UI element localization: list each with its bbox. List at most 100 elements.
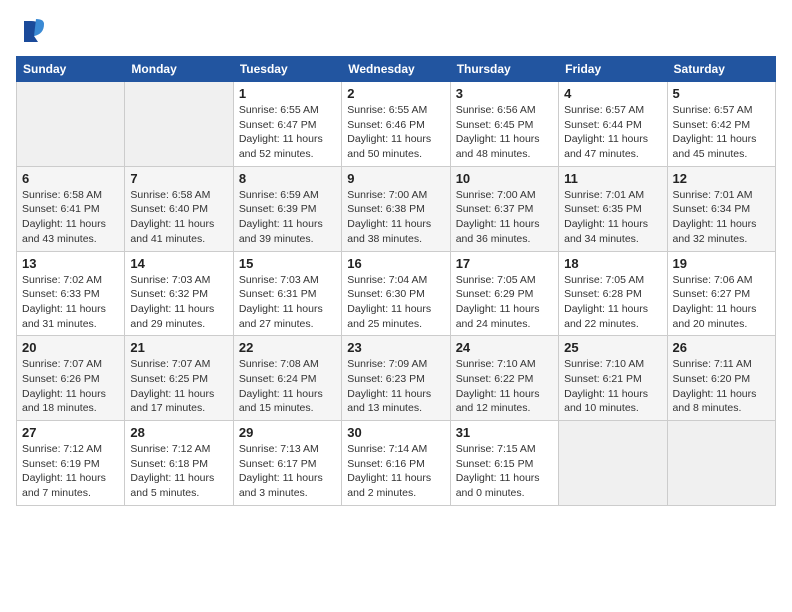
calendar-cell: 3 Sunrise: 6:56 AM Sunset: 6:45 PM Daylig… (450, 82, 558, 167)
cell-content: Sunrise: 7:10 AM Sunset: 6:22 PM Dayligh… (456, 357, 553, 416)
calendar-cell (559, 421, 667, 506)
cell-content: Sunrise: 7:02 AM Sunset: 6:33 PM Dayligh… (22, 273, 119, 332)
cell-content: Sunrise: 7:03 AM Sunset: 6:32 PM Dayligh… (130, 273, 227, 332)
calendar-cell: 12 Sunrise: 7:01 AM Sunset: 6:34 PM Dayli… (667, 166, 775, 251)
day-header-friday: Friday (559, 57, 667, 82)
cell-content: Sunrise: 7:01 AM Sunset: 6:34 PM Dayligh… (673, 188, 770, 247)
day-number: 13 (22, 256, 119, 271)
day-number: 30 (347, 425, 444, 440)
day-header-tuesday: Tuesday (233, 57, 341, 82)
cell-content: Sunrise: 7:09 AM Sunset: 6:23 PM Dayligh… (347, 357, 444, 416)
calendar-cell: 21 Sunrise: 7:07 AM Sunset: 6:25 PM Dayli… (125, 336, 233, 421)
day-number: 21 (130, 340, 227, 355)
calendar-cell: 17 Sunrise: 7:05 AM Sunset: 6:29 PM Dayli… (450, 251, 558, 336)
cell-content: Sunrise: 6:58 AM Sunset: 6:41 PM Dayligh… (22, 188, 119, 247)
day-number: 1 (239, 86, 336, 101)
cell-content: Sunrise: 6:55 AM Sunset: 6:46 PM Dayligh… (347, 103, 444, 162)
cell-content: Sunrise: 7:03 AM Sunset: 6:31 PM Dayligh… (239, 273, 336, 332)
calendar-cell: 27 Sunrise: 7:12 AM Sunset: 6:19 PM Dayli… (17, 421, 125, 506)
week-row-2: 6 Sunrise: 6:58 AM Sunset: 6:41 PM Daylig… (17, 166, 776, 251)
day-number: 3 (456, 86, 553, 101)
calendar-cell: 29Sunrise: 7:13 AM Sunset: 6:17 PM Dayli… (233, 421, 341, 506)
day-number: 5 (673, 86, 770, 101)
cell-content: Sunrise: 6:56 AM Sunset: 6:45 PM Dayligh… (456, 103, 553, 162)
calendar-cell: 26 Sunrise: 7:11 AM Sunset: 6:20 PM Dayli… (667, 336, 775, 421)
day-number: 22 (239, 340, 336, 355)
cell-content: Sunrise: 7:15 AM Sunset: 6:15 PM Dayligh… (456, 442, 553, 501)
calendar-cell: 11Sunrise: 7:01 AM Sunset: 6:35 PM Dayli… (559, 166, 667, 251)
day-number: 26 (673, 340, 770, 355)
cell-content: Sunrise: 6:55 AM Sunset: 6:47 PM Dayligh… (239, 103, 336, 162)
day-number: 23 (347, 340, 444, 355)
page-header (16, 16, 776, 46)
calendar-cell: 22 Sunrise: 7:08 AM Sunset: 6:24 PM Dayli… (233, 336, 341, 421)
cell-content: Sunrise: 7:07 AM Sunset: 6:25 PM Dayligh… (130, 357, 227, 416)
logo-icon (16, 16, 46, 46)
calendar-cell: 18 Sunrise: 7:05 AM Sunset: 6:28 PM Dayli… (559, 251, 667, 336)
day-header-sunday: Sunday (17, 57, 125, 82)
cell-content: Sunrise: 7:14 AM Sunset: 6:16 PM Dayligh… (347, 442, 444, 501)
day-number: 7 (130, 171, 227, 186)
calendar-cell: 9 Sunrise: 7:00 AM Sunset: 6:38 PM Daylig… (342, 166, 450, 251)
calendar-cell: 16 Sunrise: 7:04 AM Sunset: 6:30 PM Dayli… (342, 251, 450, 336)
day-header-wednesday: Wednesday (342, 57, 450, 82)
day-number: 19 (673, 256, 770, 271)
day-number: 17 (456, 256, 553, 271)
day-number: 27 (22, 425, 119, 440)
calendar-cell: 8 Sunrise: 6:59 AM Sunset: 6:39 PM Daylig… (233, 166, 341, 251)
cell-content: Sunrise: 6:58 AM Sunset: 6:40 PM Dayligh… (130, 188, 227, 247)
day-number: 10 (456, 171, 553, 186)
calendar-table: SundayMondayTuesdayWednesdayThursdayFrid… (16, 56, 776, 506)
cell-content: Sunrise: 7:13 AM Sunset: 6:17 PM Dayligh… (239, 442, 336, 501)
cell-content: Sunrise: 7:01 AM Sunset: 6:35 PM Dayligh… (564, 188, 661, 247)
calendar-cell: 2 Sunrise: 6:55 AM Sunset: 6:46 PM Daylig… (342, 82, 450, 167)
cell-content: Sunrise: 6:59 AM Sunset: 6:39 PM Dayligh… (239, 188, 336, 247)
week-row-4: 20 Sunrise: 7:07 AM Sunset: 6:26 PM Dayli… (17, 336, 776, 421)
cell-content: Sunrise: 7:05 AM Sunset: 6:29 PM Dayligh… (456, 273, 553, 332)
days-header-row: SundayMondayTuesdayWednesdayThursdayFrid… (17, 57, 776, 82)
calendar-cell: 30 Sunrise: 7:14 AM Sunset: 6:16 PM Dayli… (342, 421, 450, 506)
calendar-cell: 7 Sunrise: 6:58 AM Sunset: 6:40 PM Daylig… (125, 166, 233, 251)
calendar-cell: 5 Sunrise: 6:57 AM Sunset: 6:42 PM Daylig… (667, 82, 775, 167)
day-number: 4 (564, 86, 661, 101)
calendar-cell: 25 Sunrise: 7:10 AM Sunset: 6:21 PM Dayli… (559, 336, 667, 421)
week-row-1: 1 Sunrise: 6:55 AM Sunset: 6:47 PM Daylig… (17, 82, 776, 167)
cell-content: Sunrise: 7:08 AM Sunset: 6:24 PM Dayligh… (239, 357, 336, 416)
cell-content: Sunrise: 6:57 AM Sunset: 6:42 PM Dayligh… (673, 103, 770, 162)
cell-content: Sunrise: 6:57 AM Sunset: 6:44 PM Dayligh… (564, 103, 661, 162)
calendar-cell: 28Sunrise: 7:12 AM Sunset: 6:18 PM Dayli… (125, 421, 233, 506)
calendar-cell: 1 Sunrise: 6:55 AM Sunset: 6:47 PM Daylig… (233, 82, 341, 167)
cell-content: Sunrise: 7:12 AM Sunset: 6:19 PM Dayligh… (22, 442, 119, 501)
cell-content: Sunrise: 7:06 AM Sunset: 6:27 PM Dayligh… (673, 273, 770, 332)
calendar-cell: 4 Sunrise: 6:57 AM Sunset: 6:44 PM Daylig… (559, 82, 667, 167)
week-row-3: 13 Sunrise: 7:02 AM Sunset: 6:33 PM Dayli… (17, 251, 776, 336)
day-number: 20 (22, 340, 119, 355)
day-number: 6 (22, 171, 119, 186)
cell-content: Sunrise: 7:05 AM Sunset: 6:28 PM Dayligh… (564, 273, 661, 332)
day-number: 9 (347, 171, 444, 186)
day-number: 16 (347, 256, 444, 271)
cell-content: Sunrise: 7:07 AM Sunset: 6:26 PM Dayligh… (22, 357, 119, 416)
calendar-cell: 19 Sunrise: 7:06 AM Sunset: 6:27 PM Dayli… (667, 251, 775, 336)
day-number: 28 (130, 425, 227, 440)
calendar-cell: 10Sunrise: 7:00 AM Sunset: 6:37 PM Dayli… (450, 166, 558, 251)
day-number: 18 (564, 256, 661, 271)
cell-content: Sunrise: 7:04 AM Sunset: 6:30 PM Dayligh… (347, 273, 444, 332)
day-number: 2 (347, 86, 444, 101)
cell-content: Sunrise: 7:00 AM Sunset: 6:38 PM Dayligh… (347, 188, 444, 247)
day-number: 25 (564, 340, 661, 355)
day-header-saturday: Saturday (667, 57, 775, 82)
week-row-5: 27 Sunrise: 7:12 AM Sunset: 6:19 PM Dayli… (17, 421, 776, 506)
day-number: 8 (239, 171, 336, 186)
calendar-cell: 13 Sunrise: 7:02 AM Sunset: 6:33 PM Dayli… (17, 251, 125, 336)
calendar-cell (125, 82, 233, 167)
logo (16, 16, 50, 46)
cell-content: Sunrise: 7:10 AM Sunset: 6:21 PM Dayligh… (564, 357, 661, 416)
calendar-cell: 20 Sunrise: 7:07 AM Sunset: 6:26 PM Dayli… (17, 336, 125, 421)
day-number: 12 (673, 171, 770, 186)
day-header-monday: Monday (125, 57, 233, 82)
calendar-cell: 6 Sunrise: 6:58 AM Sunset: 6:41 PM Daylig… (17, 166, 125, 251)
calendar-cell (17, 82, 125, 167)
cell-content: Sunrise: 7:11 AM Sunset: 6:20 PM Dayligh… (673, 357, 770, 416)
day-number: 24 (456, 340, 553, 355)
